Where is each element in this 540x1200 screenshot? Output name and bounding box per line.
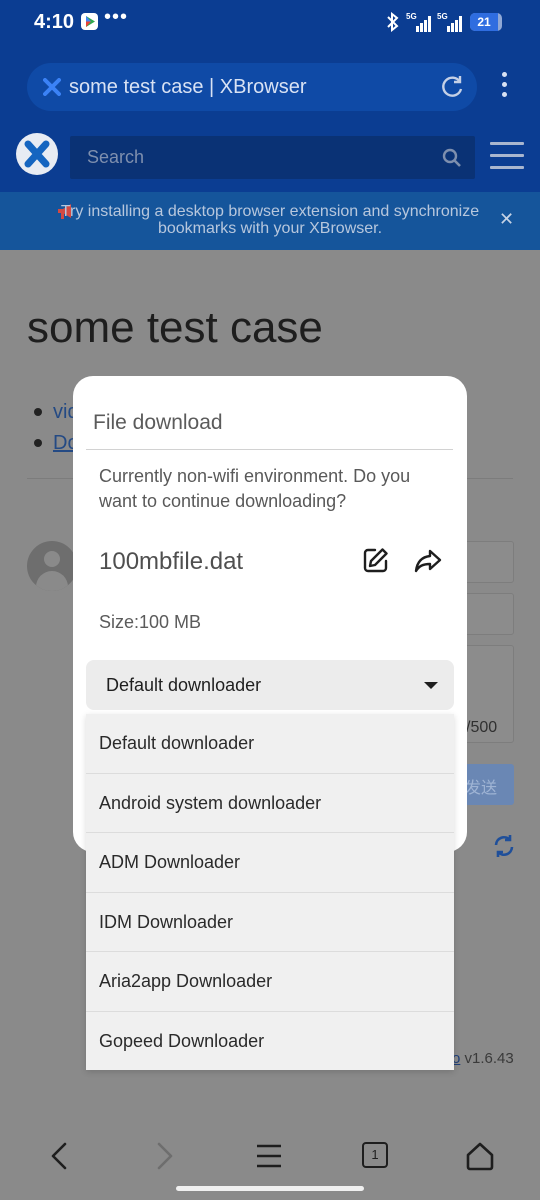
extension-banner: Try installing a desktop browser extensi…: [0, 192, 540, 250]
edit-icon[interactable]: [362, 546, 390, 579]
refresh-icon[interactable]: [492, 834, 516, 863]
gesture-bar: [176, 1186, 364, 1191]
signal-icon: 5G: [406, 12, 432, 32]
avatar: [27, 541, 77, 591]
option-label: IDM Downloader: [99, 911, 234, 932]
downloader-option[interactable]: Gopeed Downloader: [86, 1012, 454, 1072]
back-icon[interactable]: [38, 1134, 82, 1178]
char-counter: /500: [466, 719, 498, 736]
network-type: 5G: [437, 12, 448, 21]
page-url-title: some test case | XBrowser: [69, 76, 307, 98]
notification-dots: •••: [104, 6, 129, 28]
status-bar: 4:10 ••• 5G 5G 21: [0, 0, 540, 46]
option-label: Gopeed Downloader: [99, 1030, 265, 1051]
forward-icon[interactable]: [142, 1134, 186, 1178]
downloader-select[interactable]: Default downloader: [86, 660, 454, 710]
tab-count: 1: [362, 1142, 388, 1168]
downloader-option[interactable]: IDM Downloader: [86, 893, 454, 952]
address-bar[interactable]: some test case | XBrowser: [27, 63, 477, 111]
browser-toolbar: some test case | XBrowser Search: [0, 46, 540, 192]
battery-icon: 21: [470, 13, 502, 31]
downloader-option[interactable]: Android system downloader: [86, 774, 454, 833]
version-number: v1.6.43: [460, 1050, 514, 1067]
more-menu-icon[interactable]: [495, 72, 513, 102]
file-size: Size:100 MB: [99, 612, 202, 632]
menu-icon[interactable]: [247, 1134, 291, 1178]
downloader-option[interactable]: ADM Downloader: [86, 833, 454, 893]
file-name: 100mbfile.dat: [99, 548, 244, 575]
downloader-option[interactable]: Default downloader: [86, 714, 454, 774]
send-label: 发送: [465, 780, 498, 797]
home-icon[interactable]: [458, 1134, 502, 1178]
network-type: 5G: [406, 12, 417, 21]
close-icon[interactable]: ✕: [499, 209, 514, 230]
reload-icon[interactable]: [439, 74, 465, 105]
banner-message: Try installing a desktop browser extensi…: [60, 203, 480, 237]
version-info: o v1.6.43: [452, 1050, 514, 1067]
signal-icon: 5G: [437, 12, 463, 32]
selected-downloader: Default downloader: [106, 675, 262, 695]
search-placeholder: Search: [87, 147, 145, 167]
battery-level: 21: [477, 15, 491, 29]
caret-down-icon: [424, 682, 438, 689]
downloader-dropdown-list: Default downloader Android system downlo…: [86, 714, 454, 1070]
downloader-option[interactable]: Aria2app Downloader: [86, 952, 454, 1012]
option-label: ADM Downloader: [99, 852, 241, 872]
bluetooth-icon: [386, 11, 400, 37]
menu-icon[interactable]: [490, 142, 524, 170]
dialog-divider: [86, 449, 453, 450]
bottom-navigation: 1: [0, 1120, 540, 1200]
xbrowser-logo[interactable]: [16, 133, 58, 175]
option-label: Aria2app Downloader: [99, 971, 273, 991]
share-icon[interactable]: [413, 548, 443, 579]
dialog-title: File download: [93, 411, 223, 434]
search-input[interactable]: Search: [70, 136, 475, 179]
status-time: 4:10: [34, 11, 75, 33]
option-label: Default downloader: [99, 733, 255, 753]
page-title: some test case: [27, 303, 323, 352]
play-store-icon: [81, 13, 98, 30]
search-icon[interactable]: [442, 148, 462, 173]
dialog-message: Currently non-wifi environment. Do you w…: [99, 466, 411, 511]
tabs-icon[interactable]: 1: [352, 1134, 396, 1178]
favicon-icon: [43, 78, 61, 101]
option-label: Android system downloader: [99, 792, 322, 813]
